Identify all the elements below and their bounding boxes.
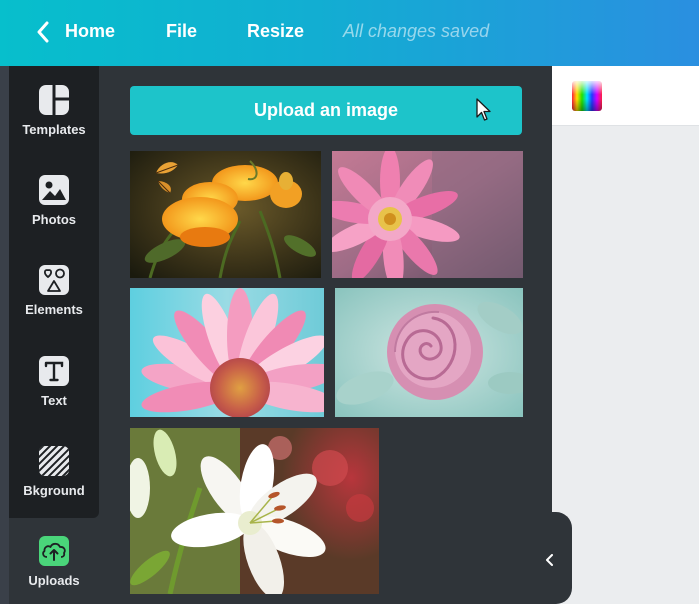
sidebar-item-label: Uploads — [28, 573, 80, 588]
uploaded-image-pink-dahlia[interactable] — [332, 151, 523, 278]
uploaded-image-orange-flowers[interactable] — [130, 151, 321, 278]
chevron-left-icon — [546, 554, 553, 566]
file-menu[interactable]: File — [166, 20, 197, 42]
rail-edge — [0, 66, 9, 604]
uploads-icon — [39, 536, 69, 566]
sidebar-item-elements[interactable]: Elements — [9, 264, 99, 344]
sidebar-item-templates[interactable]: Templates — [9, 84, 99, 164]
sidebar-item-label: Bkground — [23, 483, 85, 498]
mouse-cursor-icon — [476, 98, 491, 121]
resize-button[interactable]: Resize — [247, 20, 304, 42]
sidebar-item-label: Photos — [31, 212, 77, 227]
background-icon — [39, 446, 69, 476]
sidebar-item-label: Elements — [25, 302, 83, 317]
elements-icon — [39, 265, 69, 295]
design-canvas[interactable] — [552, 66, 699, 604]
uploaded-image-pink-daisy[interactable] — [130, 288, 324, 417]
home-link[interactable]: Home — [65, 20, 115, 42]
chevron-left-icon[interactable] — [36, 21, 50, 43]
sidebar-item-label: Text — [41, 393, 67, 408]
collapse-panel-button[interactable] — [530, 512, 572, 604]
templates-icon — [39, 85, 69, 115]
text-icon — [39, 356, 69, 386]
sidebar-item-label: Templates — [22, 122, 86, 137]
top-bar: Home File Resize All changes saved — [0, 0, 699, 66]
upload-image-button[interactable]: Upload an image — [130, 86, 522, 135]
sidebar-item-photos[interactable]: Photos — [9, 174, 99, 254]
sidebar-item-text[interactable]: Text — [9, 355, 99, 435]
uploaded-image-pink-rose[interactable] — [335, 288, 523, 417]
save-status: All changes saved — [343, 21, 490, 41]
sidebar-item-background[interactable]: Bkground — [9, 445, 99, 525]
sidebar-item-uploads[interactable]: Uploads — [9, 535, 99, 604]
photos-icon — [39, 175, 69, 205]
uploaded-image-white-lily[interactable] — [130, 428, 379, 594]
color-picker-swatch[interactable] — [572, 81, 602, 111]
